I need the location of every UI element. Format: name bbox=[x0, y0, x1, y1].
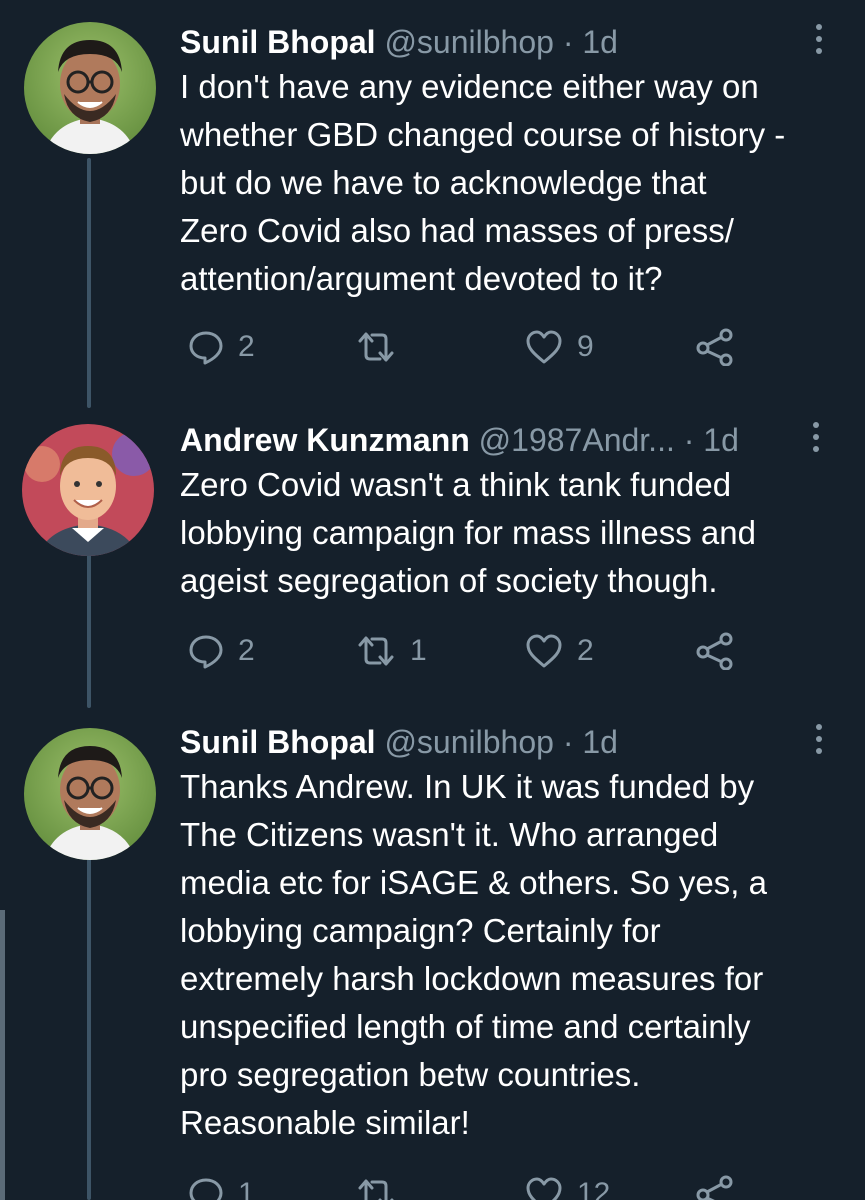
timestamp[interactable]: 1d bbox=[582, 24, 618, 60]
tweet-content: Sunil Bhopal @sunilbhop · 1d Thanks Andr… bbox=[180, 722, 840, 1147]
reply-button[interactable]: 2 bbox=[188, 323, 255, 371]
tweet-content: Andrew Kunzmann @1987Andr... · 1d Zero C… bbox=[180, 420, 840, 605]
user-handle[interactable]: @sunilbhop bbox=[384, 724, 553, 760]
tweet-header: Andrew Kunzmann @1987Andr... · 1d bbox=[180, 420, 840, 460]
thread-line bbox=[87, 850, 91, 1200]
heart-icon bbox=[526, 634, 562, 668]
share-button[interactable] bbox=[695, 323, 735, 371]
display-name[interactable]: Sunil Bhopal bbox=[180, 24, 376, 60]
user-handle[interactable]: @sunilbhop bbox=[384, 24, 553, 60]
separator: · bbox=[553, 24, 583, 60]
retweet-icon bbox=[358, 636, 394, 666]
thread-line bbox=[87, 548, 91, 708]
avatar[interactable] bbox=[24, 728, 156, 860]
avatar-image bbox=[22, 424, 154, 556]
heart-icon bbox=[526, 330, 562, 364]
tweet-text: Zero Covid wasn't a think tank funded lo… bbox=[180, 466, 756, 599]
user-handle[interactable]: @1987Andr... bbox=[479, 422, 675, 458]
display-name[interactable]: Sunil Bhopal bbox=[180, 724, 376, 760]
share-button[interactable] bbox=[695, 1170, 735, 1200]
like-button[interactable]: 2 bbox=[525, 627, 594, 675]
like-button[interactable]: 9 bbox=[525, 323, 594, 371]
tweet-text: I don't have any evidence either way on … bbox=[180, 68, 786, 297]
share-icon bbox=[696, 1175, 733, 1200]
share-icon bbox=[696, 632, 733, 670]
avatar[interactable] bbox=[22, 424, 154, 556]
share-icon bbox=[696, 328, 733, 366]
more-vertical-icon[interactable] bbox=[813, 24, 825, 60]
heart-icon bbox=[526, 1177, 562, 1200]
avatar-image bbox=[24, 22, 156, 154]
more-vertical-icon[interactable] bbox=[813, 724, 825, 760]
reply-icon bbox=[189, 1178, 223, 1200]
share-button[interactable] bbox=[695, 627, 735, 675]
display-name[interactable]: Andrew Kunzmann bbox=[180, 422, 470, 458]
retweet-icon bbox=[358, 1179, 394, 1200]
reply-icon bbox=[189, 331, 223, 365]
reply-count: 1 bbox=[238, 1177, 255, 1200]
avatar-image bbox=[24, 728, 156, 860]
retweet-icon bbox=[358, 332, 394, 362]
thread-line bbox=[87, 158, 91, 408]
like-count: 2 bbox=[577, 634, 594, 667]
reply-count: 2 bbox=[238, 330, 255, 363]
reply-button[interactable]: 1 bbox=[188, 1170, 255, 1200]
tweet-header: Sunil Bhopal @sunilbhop · 1d bbox=[180, 22, 840, 62]
scroll-edge bbox=[0, 910, 5, 1200]
timestamp[interactable]: 1d bbox=[582, 724, 618, 760]
tweet-text: Thanks Andrew. In UK it was funded by Th… bbox=[180, 768, 767, 1141]
retweet-count: 1 bbox=[410, 634, 427, 667]
like-count: 12 bbox=[577, 1177, 611, 1200]
reply-count: 2 bbox=[238, 634, 255, 667]
like-count: 9 bbox=[577, 330, 594, 363]
separator: · bbox=[553, 724, 583, 760]
separator: · bbox=[674, 422, 704, 458]
reply-icon bbox=[189, 635, 223, 669]
timestamp[interactable]: 1d bbox=[703, 422, 739, 458]
avatar[interactable] bbox=[24, 22, 156, 154]
reply-button[interactable]: 2 bbox=[188, 627, 255, 675]
more-vertical-icon[interactable] bbox=[810, 422, 822, 458]
tweet-header: Sunil Bhopal @sunilbhop · 1d bbox=[180, 722, 840, 762]
tweet-actions: 2 9 bbox=[180, 323, 760, 371]
retweet-button[interactable] bbox=[356, 1170, 410, 1200]
tweet-content: Sunil Bhopal @sunilbhop · 1d I don't hav… bbox=[180, 22, 840, 303]
like-button[interactable]: 12 bbox=[525, 1170, 610, 1200]
retweet-button[interactable] bbox=[356, 323, 410, 371]
tweet-actions: 2 1 2 bbox=[180, 627, 760, 675]
tweet-actions: 1 12 bbox=[180, 1170, 760, 1200]
retweet-button[interactable]: 1 bbox=[356, 627, 427, 675]
